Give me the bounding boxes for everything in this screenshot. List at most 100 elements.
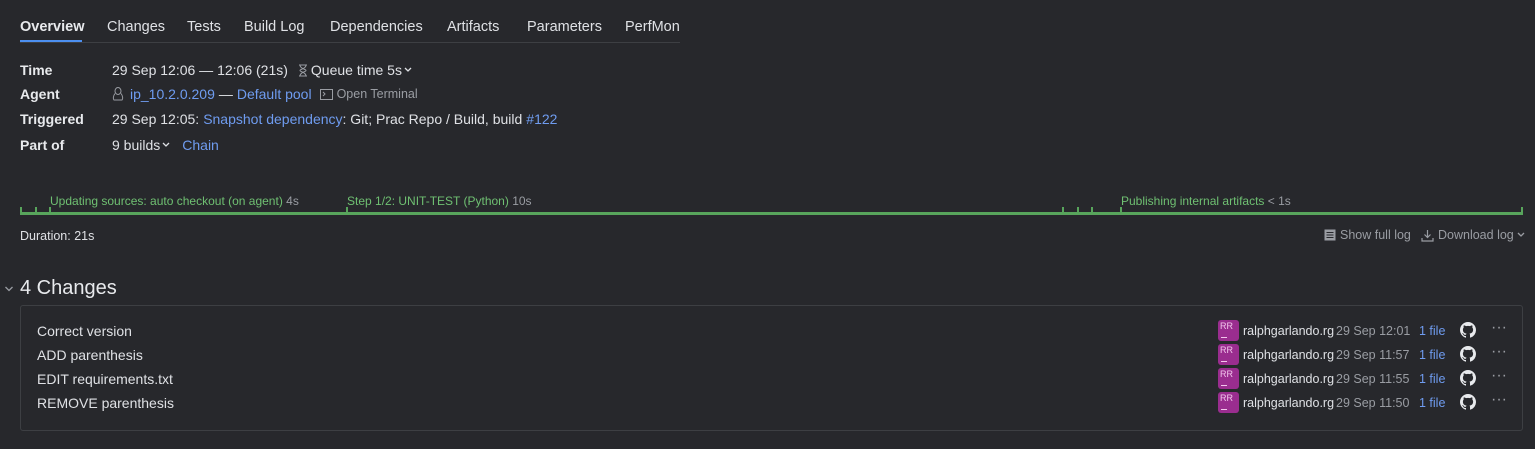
change-author[interactable]: ralphgarlando.rg <box>1243 348 1334 362</box>
timeline-stage[interactable]: Step 1/2: UNIT-TEST (Python) 10s <box>347 194 532 208</box>
queue-time-dropdown[interactable]: Queue time 5s <box>311 62 412 78</box>
builds-count: 9 builds <box>112 137 161 153</box>
show-full-log-label: Show full log <box>1340 228 1411 242</box>
timeline-tick <box>1077 207 1079 215</box>
timeline-stage-label: Publishing internal artifacts <box>1121 194 1265 208</box>
download-log-label: Download log <box>1438 228 1514 242</box>
change-date: 29 Sep 11:50 <box>1336 396 1410 410</box>
more-options-button[interactable]: ··· <box>1491 367 1507 385</box>
timeline-tick <box>1521 207 1523 215</box>
change-row[interactable]: Correct version RR ralphgarlando.rg 29 S… <box>21 319 1522 342</box>
timeline-tick <box>35 207 37 215</box>
open-terminal-button[interactable]: Open Terminal <box>319 87 418 101</box>
download-log-button[interactable]: Download log <box>1421 228 1525 242</box>
triggered-time: 29 Sep 12:05: <box>112 111 200 127</box>
time-value: 29 Sep 12:06 — 12:06 (21s) <box>112 62 288 78</box>
agent-separator: — <box>218 86 233 102</box>
agent-row: ip_10.2.0.209 — Default pool Open Termin… <box>112 86 418 102</box>
part-of-label: Part of <box>20 137 65 153</box>
terminal-icon <box>319 88 333 100</box>
change-author[interactable]: ralphgarlando.rg <box>1243 396 1334 410</box>
time-row: 29 Sep 12:06 — 12:06 (21s) Queue time 5s <box>112 62 412 78</box>
tab-tests[interactable]: Tests <box>187 19 221 35</box>
timeline-stage-label: Step 1/2: UNIT-TEST (Python) <box>347 194 509 208</box>
change-date: 29 Sep 12:01 <box>1336 324 1411 338</box>
chevron-down-icon[interactable] <box>4 285 14 293</box>
github-icon[interactable] <box>1460 322 1477 338</box>
tab-bar: Overview Changes Tests Build Log Depende… <box>20 0 680 43</box>
download-icon <box>1421 229 1434 242</box>
chain-link[interactable]: Chain <box>182 137 219 153</box>
timeline-tick <box>1091 207 1093 215</box>
change-files-link[interactable]: 1 file <box>1419 348 1445 362</box>
chevron-down-icon <box>404 67 412 73</box>
open-terminal-label: Open Terminal <box>336 87 418 101</box>
timeline-stage-duration: 4s <box>286 194 299 208</box>
change-message[interactable]: REMOVE parenthesis <box>37 395 174 411</box>
timeline-tick <box>20 207 22 215</box>
queue-time-label: Queue time 5s <box>310 62 402 78</box>
avatar-initials: RR <box>1220 393 1233 403</box>
hourglass-icon <box>298 64 308 77</box>
change-message[interactable]: EDIT requirements.txt <box>37 371 173 387</box>
agent-pool-link[interactable]: Default pool <box>237 86 312 102</box>
tab-dependencies[interactable]: Dependencies <box>330 19 423 35</box>
more-options-button[interactable]: ··· <box>1491 343 1507 361</box>
change-files-link[interactable]: 1 file <box>1419 396 1445 410</box>
change-row[interactable]: EDIT requirements.txt RR ralphgarlando.r… <box>21 367 1522 390</box>
github-icon[interactable] <box>1460 370 1477 386</box>
change-author[interactable]: ralphgarlando.rg <box>1243 372 1334 386</box>
timeline-tick <box>1120 207 1122 215</box>
change-author[interactable]: ralphgarlando.rg <box>1243 324 1334 338</box>
change-date: 29 Sep 11:55 <box>1336 372 1410 386</box>
chevron-down-icon <box>162 142 170 148</box>
timeline-tick <box>1062 207 1064 215</box>
build-number-link[interactable]: #122 <box>526 111 557 127</box>
change-files-link[interactable]: 1 file <box>1419 372 1445 386</box>
github-icon[interactable] <box>1460 346 1477 362</box>
part-of-row: 9 builds Chain <box>112 137 219 153</box>
timeline-stage-label: Updating sources: auto checkout (on agen… <box>50 194 283 208</box>
agent-link[interactable]: ip_10.2.0.209 <box>130 86 215 102</box>
timeline-stage-duration: 10s <box>512 194 532 208</box>
change-files-link[interactable]: 1 file <box>1419 324 1445 338</box>
timeline-tick <box>49 207 51 215</box>
more-options-button[interactable]: ··· <box>1491 319 1507 337</box>
change-row[interactable]: REMOVE parenthesis RR ralphgarlando.rg 2… <box>21 391 1522 414</box>
triggered-row: 29 Sep 12:05: Snapshot dependency : Git;… <box>112 111 557 127</box>
change-date: 29 Sep 11:57 <box>1336 348 1410 362</box>
github-icon[interactable] <box>1460 394 1477 410</box>
avatar-initials: RR <box>1220 321 1233 331</box>
changes-section-header[interactable]: 4 Changes <box>4 277 117 300</box>
build-duration: Duration: 21s <box>20 229 95 243</box>
change-message[interactable]: ADD parenthesis <box>37 347 143 363</box>
time-label: Time <box>20 62 53 78</box>
more-options-button[interactable]: ··· <box>1491 391 1507 409</box>
tab-parameters[interactable]: Parameters <box>527 19 602 35</box>
avatar: RR <box>1218 320 1239 341</box>
tab-overview[interactable]: Overview <box>20 19 85 35</box>
show-full-log-button[interactable]: Show full log <box>1324 228 1411 242</box>
avatar: RR <box>1218 344 1239 365</box>
tab-artifacts[interactable]: Artifacts <box>447 19 499 35</box>
builds-dropdown[interactable]: 9 builds <box>112 137 170 153</box>
tab-perfmon[interactable]: PerfMon <box>625 19 680 35</box>
triggered-details: : Git; Prac Repo / Build, build <box>342 111 523 127</box>
change-row[interactable]: ADD parenthesis RR ralphgarlando.rg 29 S… <box>21 343 1522 366</box>
chevron-down-icon <box>1517 232 1525 238</box>
timeline-stage[interactable]: Updating sources: auto checkout (on agen… <box>50 194 299 208</box>
tab-changes[interactable]: Changes <box>107 19 165 35</box>
triggered-label: Triggered <box>20 111 84 127</box>
change-message[interactable]: Correct version <box>37 323 132 339</box>
timeline-stage-duration: < 1s <box>1267 194 1291 208</box>
avatar-initials: RR <box>1220 345 1233 355</box>
tab-build-log[interactable]: Build Log <box>244 19 304 35</box>
changes-list: Correct version RR ralphgarlando.rg 29 S… <box>20 305 1523 431</box>
changes-title: 4 Changes <box>20 277 117 299</box>
linux-icon <box>112 87 124 101</box>
snapshot-dependency-link[interactable]: Snapshot dependency <box>203 111 342 127</box>
agent-label: Agent <box>20 86 60 102</box>
active-tab-indicator <box>20 40 82 42</box>
timeline-stage[interactable]: Publishing internal artifacts < 1s <box>1121 194 1291 208</box>
avatar: RR <box>1218 368 1239 389</box>
